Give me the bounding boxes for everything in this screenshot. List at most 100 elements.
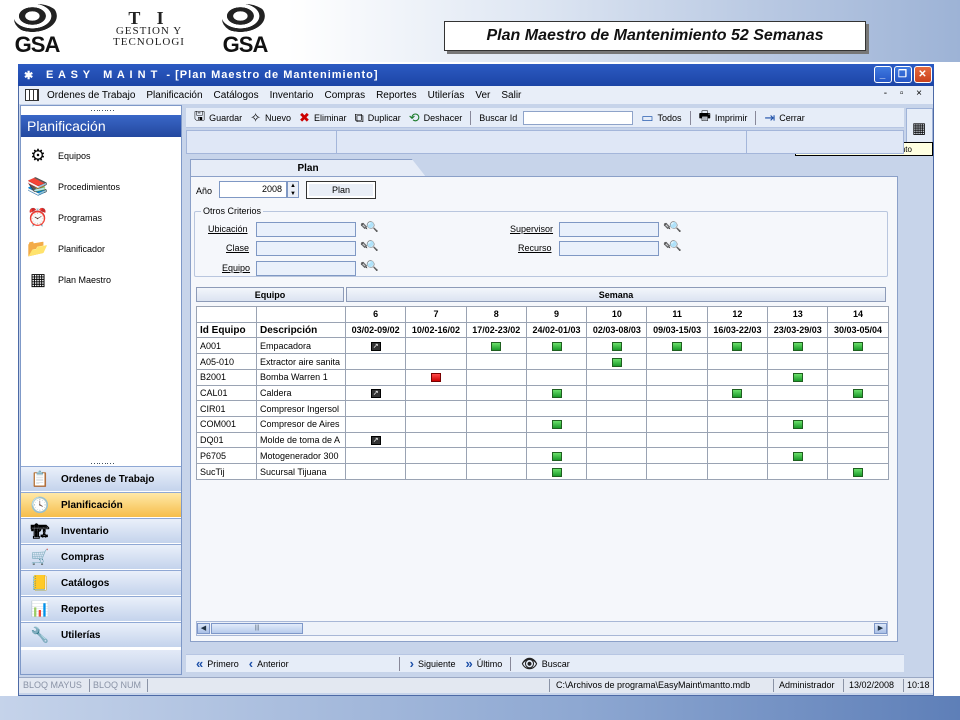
- scheduled-marker-icon[interactable]: [853, 341, 864, 351]
- week-cell[interactable]: [525, 353, 588, 370]
- week-cell[interactable]: [827, 353, 889, 370]
- table-row[interactable]: B2001 Bomba Warren 1: [196, 368, 889, 386]
- menu-inventario[interactable]: Inventario: [270, 90, 314, 101]
- scheduled-marker-icon[interactable]: [792, 451, 803, 461]
- week-cell[interactable]: [525, 337, 588, 355]
- week-cell[interactable]: [525, 368, 588, 386]
- cell-desc[interactable]: Extractor aire sanita: [256, 353, 346, 370]
- next-button[interactable]: › Siguiente: [410, 656, 456, 671]
- week-cell[interactable]: [525, 463, 588, 480]
- week-cell[interactable]: [706, 337, 769, 355]
- previous-button[interactable]: ‹ Anterior: [249, 656, 289, 671]
- week-cell[interactable]: [586, 416, 648, 433]
- last-button[interactable]: » Último: [465, 656, 502, 671]
- week-cell[interactable]: ↗: [344, 384, 407, 402]
- week-cell[interactable]: [586, 368, 648, 386]
- week-cell[interactable]: [525, 384, 588, 402]
- week-cell[interactable]: [344, 463, 407, 480]
- week-cell[interactable]: [465, 368, 527, 386]
- week-cell[interactable]: [405, 447, 467, 465]
- cell-desc[interactable]: Caldera: [256, 384, 346, 402]
- week-cell[interactable]: [706, 384, 769, 402]
- cell-id[interactable]: P6705: [196, 447, 257, 465]
- week-cell[interactable]: [706, 416, 769, 433]
- week-cell[interactable]: [827, 337, 889, 355]
- scheduled-marker-icon[interactable]: [551, 420, 562, 430]
- cell-desc[interactable]: Molde de toma de A: [256, 431, 346, 449]
- cell-id[interactable]: CAL01: [196, 384, 257, 402]
- undo-button[interactable]: ⟲ Deshacer: [409, 110, 462, 126]
- cell-id[interactable]: COM001: [196, 416, 257, 433]
- week-cell[interactable]: [465, 447, 527, 465]
- scheduled-marker-icon[interactable]: [732, 389, 743, 399]
- week-cell[interactable]: [344, 416, 407, 433]
- menu-catalogos[interactable]: Catálogos: [214, 90, 259, 101]
- week-cell[interactable]: [827, 384, 889, 402]
- week-cell[interactable]: [586, 337, 648, 355]
- module-ordenes[interactable]: 📋 Ordenes de Trabajo: [21, 466, 181, 491]
- week-cell[interactable]: [405, 400, 467, 418]
- table-row[interactable]: CIR01 Compresor Ingersol: [196, 400, 889, 418]
- week-cell[interactable]: [405, 368, 467, 386]
- table-row[interactable]: SucTij Sucursal Tijuana: [196, 463, 889, 480]
- search-id-input[interactable]: [523, 110, 634, 125]
- delete-button[interactable]: ✖ Eliminar: [299, 110, 346, 126]
- week-cell[interactable]: [646, 337, 708, 355]
- cell-desc[interactable]: Compresor de Aires: [256, 416, 346, 433]
- scheduled-marker-icon[interactable]: [551, 451, 562, 461]
- eraser-search-icon[interactable]: ✎🔍: [360, 261, 379, 272]
- module-planificacion[interactable]: 🕓 Planificación: [21, 492, 181, 517]
- table-row[interactable]: CAL01 Caldera ↗: [196, 384, 889, 402]
- week-cell[interactable]: [827, 400, 889, 418]
- ubicacion-field[interactable]: [256, 222, 356, 237]
- week-cell[interactable]: [646, 431, 708, 449]
- week-cell[interactable]: [827, 416, 889, 433]
- week-cell[interactable]: [827, 447, 889, 465]
- week-cell[interactable]: [767, 416, 829, 433]
- table-row[interactable]: A001 Empacadora ↗: [196, 337, 889, 355]
- close-button[interactable]: ✕: [914, 66, 932, 83]
- eraser-search-icon[interactable]: ✎🔍: [663, 222, 682, 233]
- cell-id[interactable]: DQ01: [196, 431, 257, 449]
- week-cell[interactable]: [525, 416, 588, 433]
- cell-id[interactable]: SucTij: [196, 463, 257, 480]
- week-cell[interactable]: ↗: [344, 337, 407, 355]
- scheduled-marker-icon[interactable]: [672, 341, 683, 351]
- module-utilerias[interactable]: 🔧 Utilerías: [21, 622, 181, 647]
- cell-desc[interactable]: Motogenerador 300: [256, 447, 346, 465]
- year-spinner[interactable]: ▲ ▼: [287, 181, 299, 198]
- scroll-right-icon[interactable]: ▶: [874, 623, 887, 634]
- table-row[interactable]: COM001 Compresor de Aires: [196, 416, 889, 433]
- find-button[interactable]: 👁 Buscar: [521, 656, 570, 672]
- first-button[interactable]: «Primero: [196, 656, 239, 671]
- mdi-controls[interactable]: - ▫ ×: [884, 88, 927, 99]
- scheduled-marker-icon[interactable]: [551, 389, 562, 399]
- week-cell[interactable]: [827, 368, 889, 386]
- eraser-search-icon[interactable]: ✎🔍: [663, 241, 682, 252]
- week-cell[interactable]: [827, 463, 889, 480]
- week-cell[interactable]: [767, 353, 829, 370]
- completed-marker-icon[interactable]: ↗: [370, 341, 381, 351]
- table-row[interactable]: A05-010 Extractor aire sanita: [196, 353, 889, 370]
- week-cell[interactable]: [646, 416, 708, 433]
- week-cell[interactable]: [827, 431, 889, 449]
- scroll-thumb[interactable]: |||: [211, 623, 303, 634]
- supervisor-field[interactable]: [559, 222, 659, 237]
- week-cell[interactable]: [405, 463, 467, 480]
- eraser-search-icon[interactable]: ✎🔍: [360, 222, 379, 233]
- clase-field[interactable]: [256, 241, 356, 256]
- week-cell[interactable]: [706, 353, 769, 370]
- print-button[interactable]: 🖶 Imprimir: [699, 107, 748, 129]
- scheduled-marker-icon[interactable]: [551, 341, 562, 351]
- scheduled-marker-icon[interactable]: [792, 341, 803, 351]
- scheduled-marker-icon[interactable]: [491, 341, 502, 351]
- scheduled-marker-icon[interactable]: [853, 467, 864, 477]
- completed-marker-icon[interactable]: ↗: [370, 389, 381, 399]
- week-cell[interactable]: [646, 400, 708, 418]
- overdue-marker-icon[interactable]: [430, 373, 441, 383]
- cell-id[interactable]: B2001: [196, 368, 257, 386]
- plan-master-icon[interactable]: ▦: [912, 119, 926, 137]
- week-cell[interactable]: [405, 416, 467, 433]
- week-cell[interactable]: [646, 463, 708, 480]
- menu-planificacion[interactable]: Planificación: [146, 90, 202, 101]
